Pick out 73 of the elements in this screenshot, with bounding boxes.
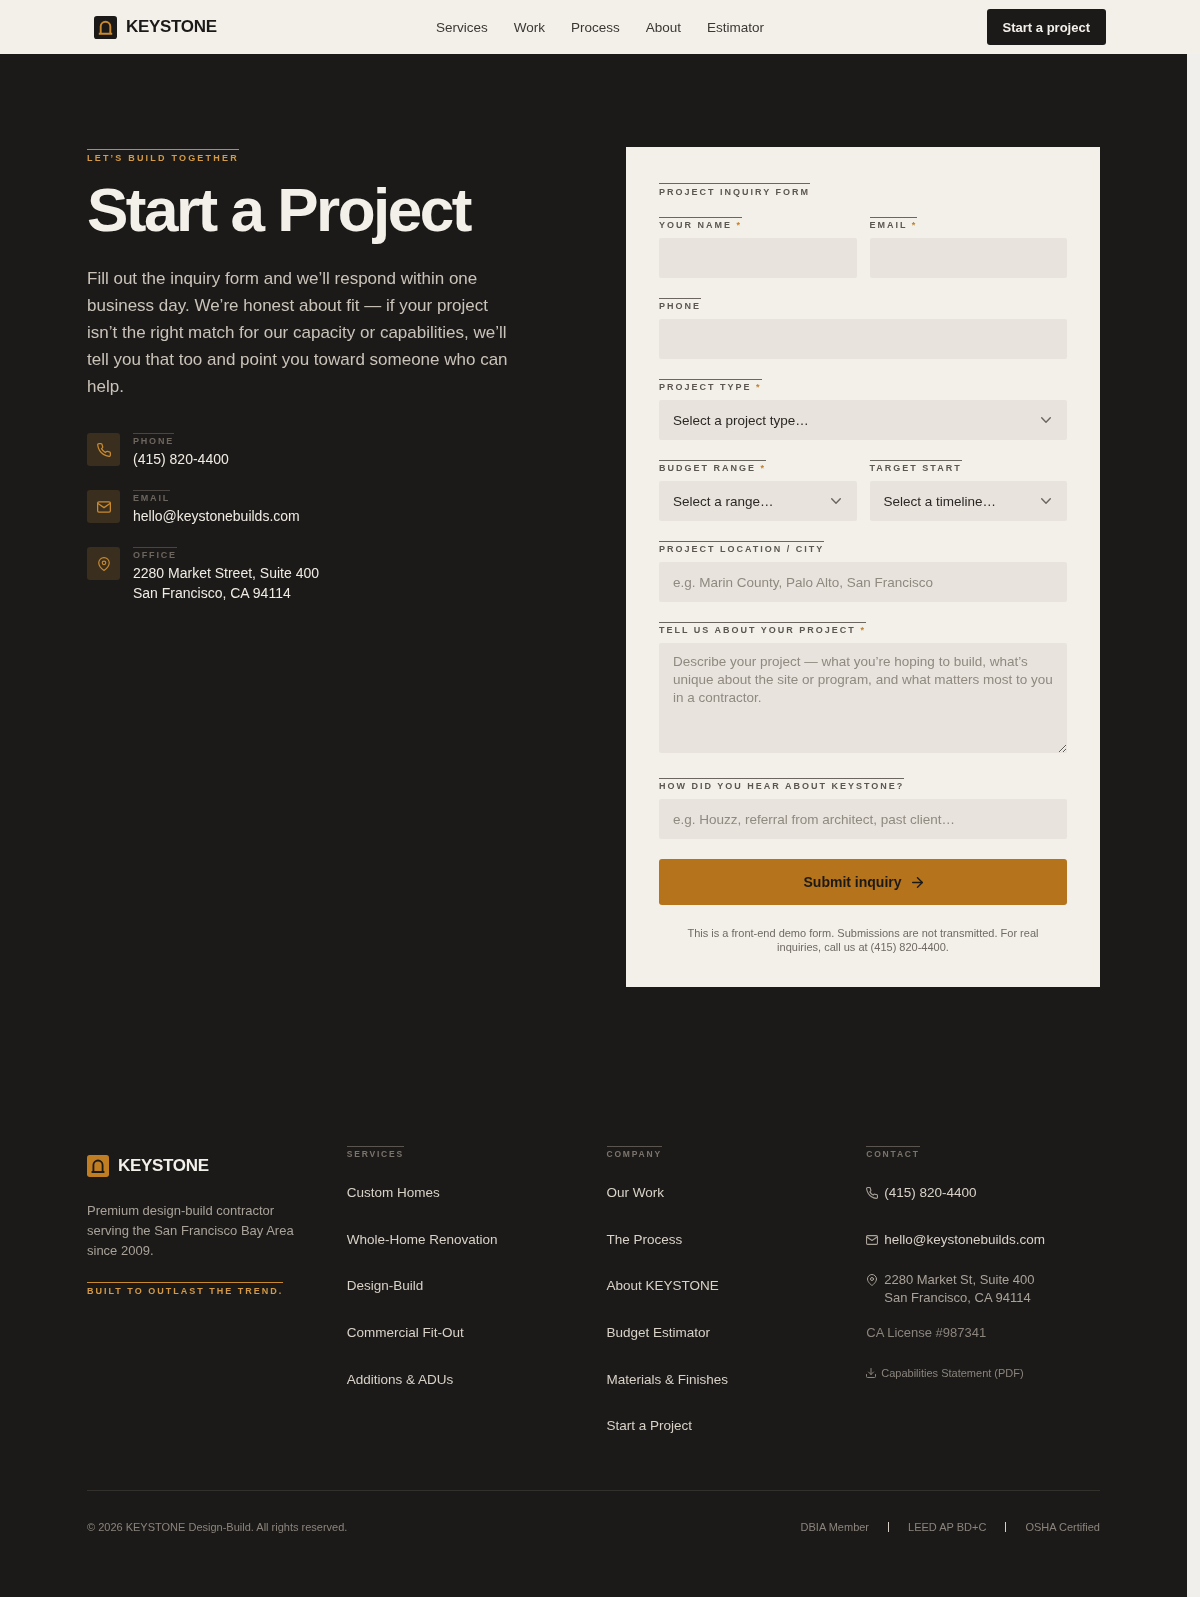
tagline-text: BUILT TO OUTLAST THE TREND.	[87, 1282, 284, 1297]
footer-link[interactable]: Commercial Fit-Out	[346, 1323, 464, 1344]
footer-link[interactable]: Whole-Home Renovation	[346, 1229, 498, 1250]
phone-icon	[87, 433, 120, 466]
field-label: PROJECT TYPE *	[659, 379, 762, 392]
copyright-text: © 2026 KEYSTONE Design-Build. All rights reserved.	[87, 1520, 348, 1535]
arrow-right-icon	[911, 876, 923, 888]
certification-text: DBIA Member	[800, 1520, 870, 1535]
contact-label: PHONE	[133, 433, 174, 446]
input-field[interactable]: e.g. Marin County, Palo Alto, San Francisco	[659, 562, 1067, 602]
dropdown-select[interactable]: Select a timeline…	[869, 481, 1067, 521]
field-label: HOW DID YOU HEAR ABOUT KEYSTONE?	[659, 778, 905, 791]
footer-link[interactable]: Our Work	[606, 1183, 664, 1203]
download-link[interactable]: Capabilities Statement (PDF)	[866, 1365, 1024, 1381]
field-label: BUDGET RANGE *	[659, 460, 767, 473]
scrollbar-track[interactable]	[1187, 54, 1200, 1597]
nav-link[interactable]: Services	[435, 19, 488, 35]
field-label: TARGET START	[869, 460, 962, 473]
chevron-down-icon	[1041, 498, 1051, 504]
nav-link[interactable]: Process	[570, 19, 620, 35]
arch-logo-icon	[87, 1155, 109, 1177]
address-text: 2280 Market St, Suite 400 San Francisco, CA 94114	[884, 1271, 1035, 1307]
footer-heading: SERVICES	[346, 1146, 404, 1159]
email-link[interactable]: hello@keystonebuilds.com	[133, 506, 300, 526]
nav-link[interactable]: Work	[513, 19, 545, 35]
envelope-icon	[87, 490, 120, 523]
arch-logo-icon	[94, 15, 117, 39]
intro-paragraph: Fill out the inquiry form and we’ll respond within one business day. We’re honest about fit — if your project isn’t the right match for our capacity or capabilities, we’ll tell you that too and point you toward someone who can help.	[87, 268, 509, 398]
footer-heading: CONTACT	[866, 1146, 920, 1159]
footer-heading: COMPANY	[606, 1146, 662, 1159]
license-text: CA License #987341	[866, 1324, 987, 1342]
field-label: TELL US ABOUT YOUR PROJECT *	[659, 622, 866, 635]
footer-link[interactable]: Custom Homes	[346, 1183, 440, 1203]
contact-label: EMAIL	[133, 490, 170, 503]
phone-icon	[866, 1187, 879, 1199]
footer-link[interactable]: About KEYSTONE	[606, 1276, 719, 1297]
envelope-icon	[866, 1234, 879, 1246]
field-label: YOUR NAME *	[659, 217, 743, 230]
input-field[interactable]: e.g. Houzz, referral from architect, past client…	[659, 799, 1067, 839]
footer-link[interactable]: Additions & ADUs	[346, 1369, 454, 1390]
certification-text: OSHA Certified	[1025, 1520, 1100, 1535]
phone-link[interactable]: (415) 820-4400	[884, 1183, 977, 1203]
field-label: PHONE	[659, 298, 701, 311]
chevron-down-icon	[1041, 417, 1051, 423]
text-area-field[interactable]: Describe your project — what you’re hoping to build, what’s unique about the site or program, and what matters most to you in a contractor.	[659, 643, 1067, 753]
form-title: PROJECT INQUIRY FORM	[659, 183, 810, 198]
field-label: EMAIL *	[869, 217, 918, 230]
footer-link[interactable]: Start a Project	[606, 1416, 693, 1437]
field-label: PROJECT LOCATION / CITY	[659, 541, 825, 554]
footer-brand-name: KEYSTONE	[118, 1156, 209, 1176]
form-note: This is a front-end demo form. Submissions are not transmitted. For real inquiries, call us at (415) 820-4400.	[686, 926, 1040, 954]
footer-link[interactable]: Budget Estimator	[606, 1323, 711, 1344]
nav-link[interactable]: About	[645, 19, 682, 35]
footer-link[interactable]: Materials & Finishes	[606, 1369, 729, 1390]
phone-link[interactable]: (415) 820-4400	[133, 449, 229, 469]
eyebrow-text: LET’S BUILD TOGETHER	[87, 149, 239, 164]
download-icon	[866, 1368, 877, 1378]
office-address: 2280 Market Street, Suite 400 San Francisco, CA 94114	[133, 564, 319, 603]
certification-text: LEED AP BD+C	[908, 1520, 987, 1535]
footer-link[interactable]: Design-Build	[346, 1276, 424, 1297]
nav-link[interactable]: Estimator	[707, 19, 765, 35]
submit-button[interactable]: Submit inquiry	[659, 859, 1067, 905]
dropdown-select[interactable]: Select a range…	[659, 481, 857, 521]
chevron-down-icon	[830, 498, 841, 504]
map-pin-icon	[866, 1274, 879, 1286]
footer-link[interactable]: The Process	[606, 1229, 683, 1250]
brand-name[interactable]: KEYSTONE	[126, 17, 217, 37]
email-link[interactable]: hello@keystonebuilds.com	[884, 1230, 1046, 1250]
dropdown-select[interactable]: Select a project type…	[659, 400, 1067, 440]
contact-label: OFFICE	[133, 547, 177, 560]
map-pin-icon	[87, 547, 120, 580]
start-project-button[interactable]: Start a project	[986, 9, 1106, 45]
footer-description: Premium design-build contractor serving the San Francisco Bay Area since 2009.	[87, 1202, 295, 1260]
